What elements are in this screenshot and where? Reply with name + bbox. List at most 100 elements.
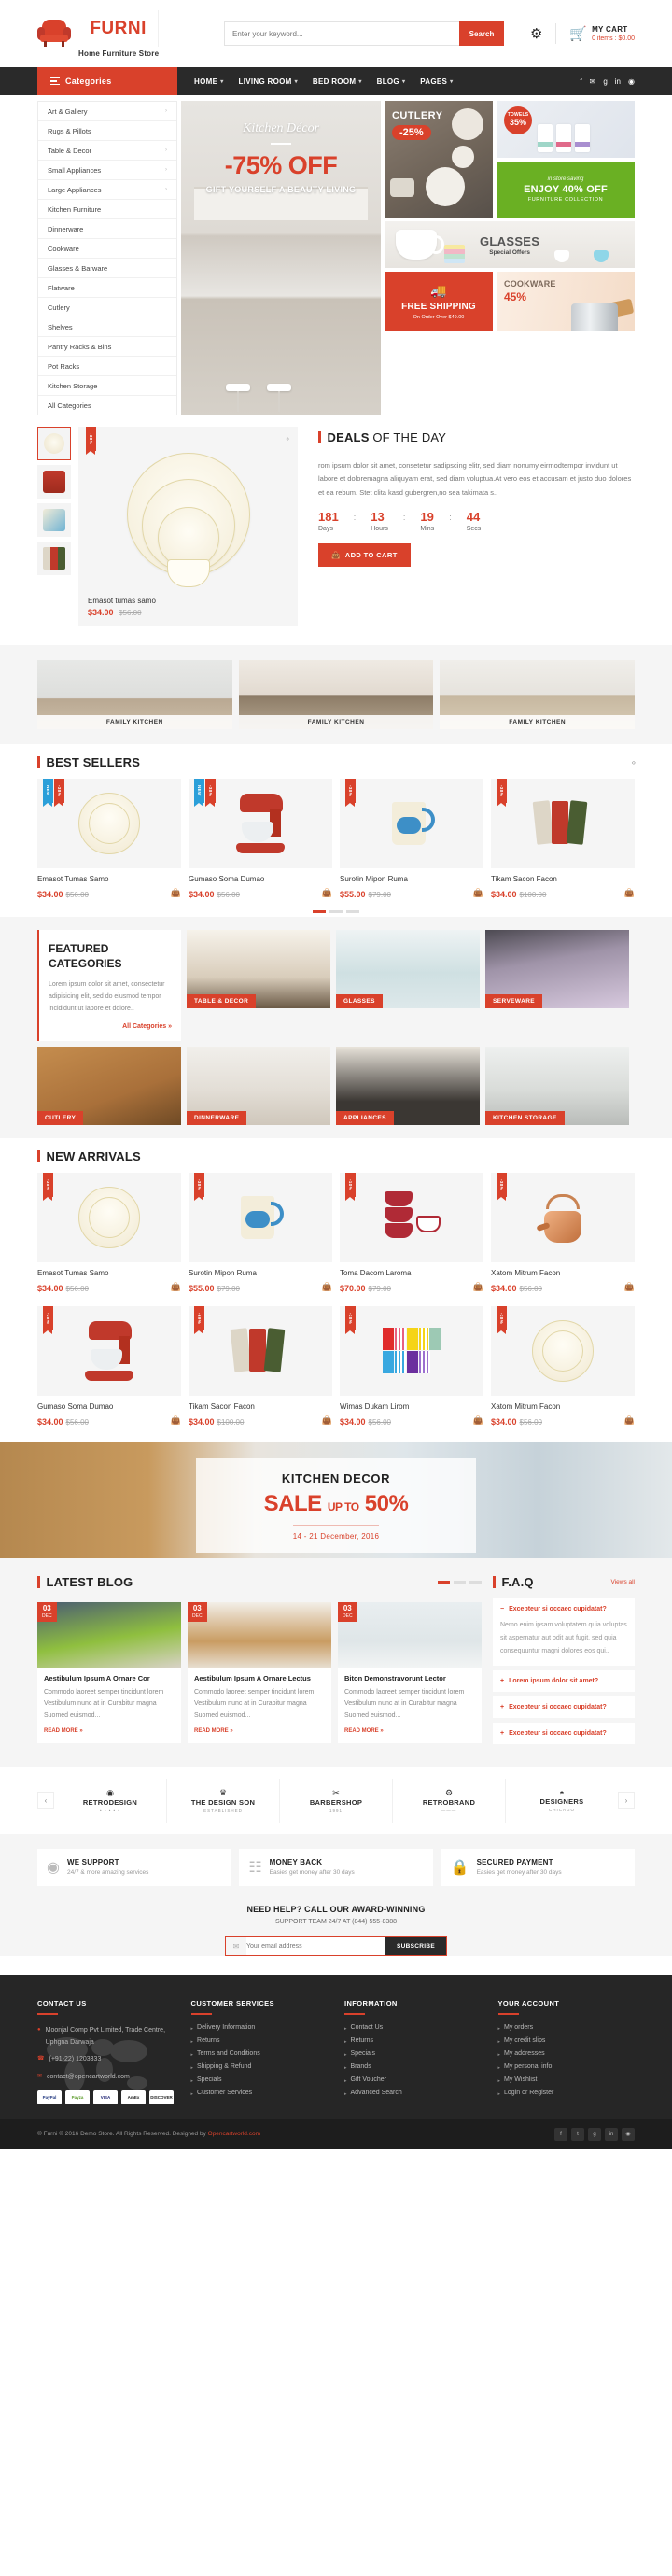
brand-logo[interactable]: ◓ DESIGNERS CHICAGO xyxy=(506,1779,618,1823)
featured-cat-glasses[interactable]: GLASSES xyxy=(336,929,480,1008)
product-card[interactable]: NEW -38% Gumaso Soma Dumao $34.00 $56.00 👜 xyxy=(189,779,332,899)
best-sellers-nav[interactable]: ‹› xyxy=(632,758,636,767)
footer-link-item[interactable]: ▸ Shipping & Refund xyxy=(191,2063,329,2071)
add-to-cart-icon[interactable]: 👜 xyxy=(473,1282,483,1292)
footer-link-item[interactable]: ▸ My Wishlist xyxy=(498,2076,636,2084)
rss-icon[interactable]: ◉ xyxy=(622,2127,635,2141)
sidebar-item-table-decor[interactable]: Table & Decor › xyxy=(38,141,176,161)
kitchen-decor-sale-banner[interactable]: KITCHEN DECOR SALE UP TO 50% 14 - 21 Dec… xyxy=(0,1441,672,1558)
footer-link-item[interactable]: ▸ Returns xyxy=(191,2037,329,2045)
google-plus-icon[interactable]: g xyxy=(588,2127,601,2141)
faq-question[interactable]: − Excepteur si occaec cupidatat? xyxy=(500,1606,627,1612)
newsletter-email-input[interactable] xyxy=(246,1936,386,1955)
featured-cat-dinnerware[interactable]: DINNERWARE xyxy=(187,1046,330,1125)
family-kitchen-banner-3[interactable]: FAMILY KITCHEN xyxy=(440,660,636,729)
linkedin-icon[interactable]: in xyxy=(615,77,621,86)
product-card[interactable]: -38% Xatom Mitrum Facon $34.00 $56.00 👜 xyxy=(491,1305,635,1427)
product-card[interactable]: -38% Surotin Mipon Ruma $55.00 $79.00 👜 xyxy=(189,1172,332,1293)
product-card[interactable]: -38% Wimas Dukam Lirom $34.00 $56.00 👜 xyxy=(340,1305,483,1427)
footer-link-item[interactable]: ▸ Brands xyxy=(344,2063,482,2071)
sidebar-item-small-appliances[interactable]: Small Appliances › xyxy=(38,161,176,180)
deal-thumb-4[interactable] xyxy=(37,542,71,575)
footer-link-item[interactable]: ▸ My orders xyxy=(498,2024,636,2032)
product-card[interactable]: -69% Tikam Sacon Facon $34.00 $100.00 👜 xyxy=(189,1305,332,1427)
sidebar-item-large-appliances[interactable]: Large Appliances › xyxy=(38,180,176,200)
site-logo[interactable]: FURNI Home Furniture Store xyxy=(37,9,215,58)
google-plus-icon[interactable]: g xyxy=(603,77,607,86)
product-card[interactable]: -38% Tikam Sacon Facon $34.00 $100.00 👜 xyxy=(491,779,635,899)
footer-link-item[interactable]: ▸ Delivery Information xyxy=(191,2024,329,2032)
deal-nav-arrows[interactable]: ‹› xyxy=(286,436,289,443)
hero-slider[interactable]: Kitchen Décor -75% OFF GIFT YOURSELF A B… xyxy=(181,101,381,415)
footer-link-item[interactable]: ▸ Returns xyxy=(344,2037,482,2045)
cart-button[interactable]: 🛒 MY CART 0 items : $0.00 xyxy=(569,25,635,42)
add-to-cart-button[interactable]: 👜 ADD TO CART xyxy=(318,542,411,567)
faq-question[interactable]: + Excepteur si occaec cupidatat? xyxy=(500,1704,627,1710)
nav-item-pages[interactable]: PAGES ▾ xyxy=(420,77,453,86)
add-to-cart-icon[interactable]: 👜 xyxy=(624,1282,635,1292)
deal-thumb-2[interactable] xyxy=(37,465,71,499)
blog-read-more-link[interactable]: READ MORE » xyxy=(194,1728,233,1734)
brand-logo[interactable]: ✂ BARBERSHOP 1991 xyxy=(280,1778,393,1823)
add-to-cart-icon[interactable]: 👜 xyxy=(171,888,181,898)
product-card[interactable]: NEW -38% Emasot Tumas Samo $34.00 $56.00 👜 xyxy=(37,779,181,899)
brand-logo[interactable]: ⚙ RETROBRAND ——— xyxy=(393,1778,506,1823)
featured-cat-table-decor[interactable]: TABLE & DECOR xyxy=(187,929,330,1008)
add-to-cart-icon[interactable]: 👜 xyxy=(322,1282,332,1292)
rss-icon[interactable]: ◉ xyxy=(628,77,635,86)
sidebar-item-kitchen-storage[interactable]: Kitchen Storage xyxy=(38,376,176,396)
add-to-cart-icon[interactable]: 👜 xyxy=(322,888,332,898)
add-to-cart-icon[interactable]: 👜 xyxy=(171,1282,181,1292)
facebook-icon[interactable]: f xyxy=(554,2127,567,2141)
sidebar-item-kitchen-furniture[interactable]: Kitchen Furniture xyxy=(38,200,176,219)
blog-pagination[interactable] xyxy=(438,1581,482,1584)
categories-button[interactable]: Categories xyxy=(37,67,177,95)
featured-cat-cutlery[interactable]: CUTLERY xyxy=(37,1046,181,1125)
sidebar-item-shelves[interactable]: Shelves xyxy=(38,317,176,337)
nav-item-home[interactable]: HOME ▾ xyxy=(194,77,224,86)
sidebar-item-pot-racks[interactable]: Pot Racks xyxy=(38,357,176,376)
banner-furniture-offer[interactable]: in store saving ENJOY 40% OFF FURNITURE … xyxy=(497,161,635,218)
footer-phone[interactable]: (+91-22) 1203333 xyxy=(49,2053,101,2065)
footer-link-item[interactable]: ▸ Specials xyxy=(344,2050,482,2058)
sidebar-item-art-gallery[interactable]: Art & Gallery › xyxy=(38,102,176,121)
nav-item-living-room[interactable]: LIVING ROOM ▾ xyxy=(239,77,298,86)
faq-item[interactable]: − Excepteur si occaec cupidatat? Nemo enim… xyxy=(493,1598,635,1666)
brand-logo[interactable]: ◉ RETRODESIGN • • • • • xyxy=(54,1778,167,1823)
footer-link-item[interactable]: ▸ My addresses xyxy=(498,2050,636,2058)
banner-glasses[interactable]: GLASSES Special Offers xyxy=(385,221,635,268)
banner-free-shipping[interactable]: 🚚 FREE SHIPPING On Order Over $49.00 xyxy=(385,272,493,331)
faq-question[interactable]: + Excepteur si occaec cupidatat? xyxy=(500,1730,627,1737)
faq-item[interactable]: + Lorem ipsum dolor sit amet? xyxy=(493,1669,635,1692)
gear-icon[interactable]: ⚙ xyxy=(530,25,542,42)
sidebar-item-glasses-barware[interactable]: Glasses & Barware xyxy=(38,259,176,278)
footer-link-item[interactable]: ▸ Terms and Conditions xyxy=(191,2050,329,2058)
brands-prev-button[interactable]: ‹ xyxy=(37,1792,54,1809)
product-card[interactable]: -38% Gumaso Soma Dumao $34.00 $56.00 👜 xyxy=(37,1305,181,1427)
sidebar-item-pantry-racks-bins[interactable]: Pantry Racks & Bins xyxy=(38,337,176,357)
faq-item[interactable]: + Excepteur si occaec cupidatat? xyxy=(493,1696,635,1718)
blog-read-more-link[interactable]: READ MORE » xyxy=(344,1728,384,1734)
footer-link-item[interactable]: ▸ Specials xyxy=(191,2076,329,2084)
family-kitchen-banner-2[interactable]: FAMILY KITCHEN xyxy=(238,660,434,729)
brand-logo[interactable]: ♛ THE DESIGN SON ESTABLISHED xyxy=(167,1778,280,1823)
family-kitchen-banner-1[interactable]: FAMILY KITCHEN xyxy=(37,660,232,729)
product-card[interactable]: -38% Surotin Mipon Ruma $55.00 $79.00 👜 xyxy=(340,779,483,899)
blog-post-card[interactable]: 03 DEC Aestibulum Ipsum A Ornare Lectus Com… xyxy=(188,1601,331,1743)
deal-thumb-3[interactable] xyxy=(37,503,71,537)
search-input[interactable] xyxy=(224,21,459,46)
add-to-cart-icon[interactable]: 👜 xyxy=(171,1415,181,1426)
footer-link-item[interactable]: ▸ Gift Voucher xyxy=(344,2076,482,2084)
nav-item-bed-room[interactable]: BED ROOM ▾ xyxy=(313,77,362,86)
product-card[interactable]: -38% Xatom Mitrum Facon $34.00 $56.00 👜 xyxy=(491,1172,635,1293)
sidebar-item-flatware[interactable]: Flatware xyxy=(38,278,176,298)
sidebar-item-all-categories[interactable]: All Categories xyxy=(38,396,176,415)
twitter-icon[interactable]: ✉ xyxy=(590,77,596,86)
footer-link-item[interactable]: ▸ Advanced Search xyxy=(344,2090,482,2097)
blog-post-card[interactable]: 03 DEC Aestibulum Ipsum A Ornare Cor Commod… xyxy=(37,1601,181,1743)
add-to-cart-icon[interactable]: 👜 xyxy=(473,888,483,898)
best-sellers-pagination[interactable] xyxy=(37,910,635,913)
footer-link-item[interactable]: ▸ Contact Us xyxy=(344,2024,482,2032)
search-button[interactable]: Search xyxy=(459,21,504,46)
linkedin-icon[interactable]: in xyxy=(605,2127,618,2141)
